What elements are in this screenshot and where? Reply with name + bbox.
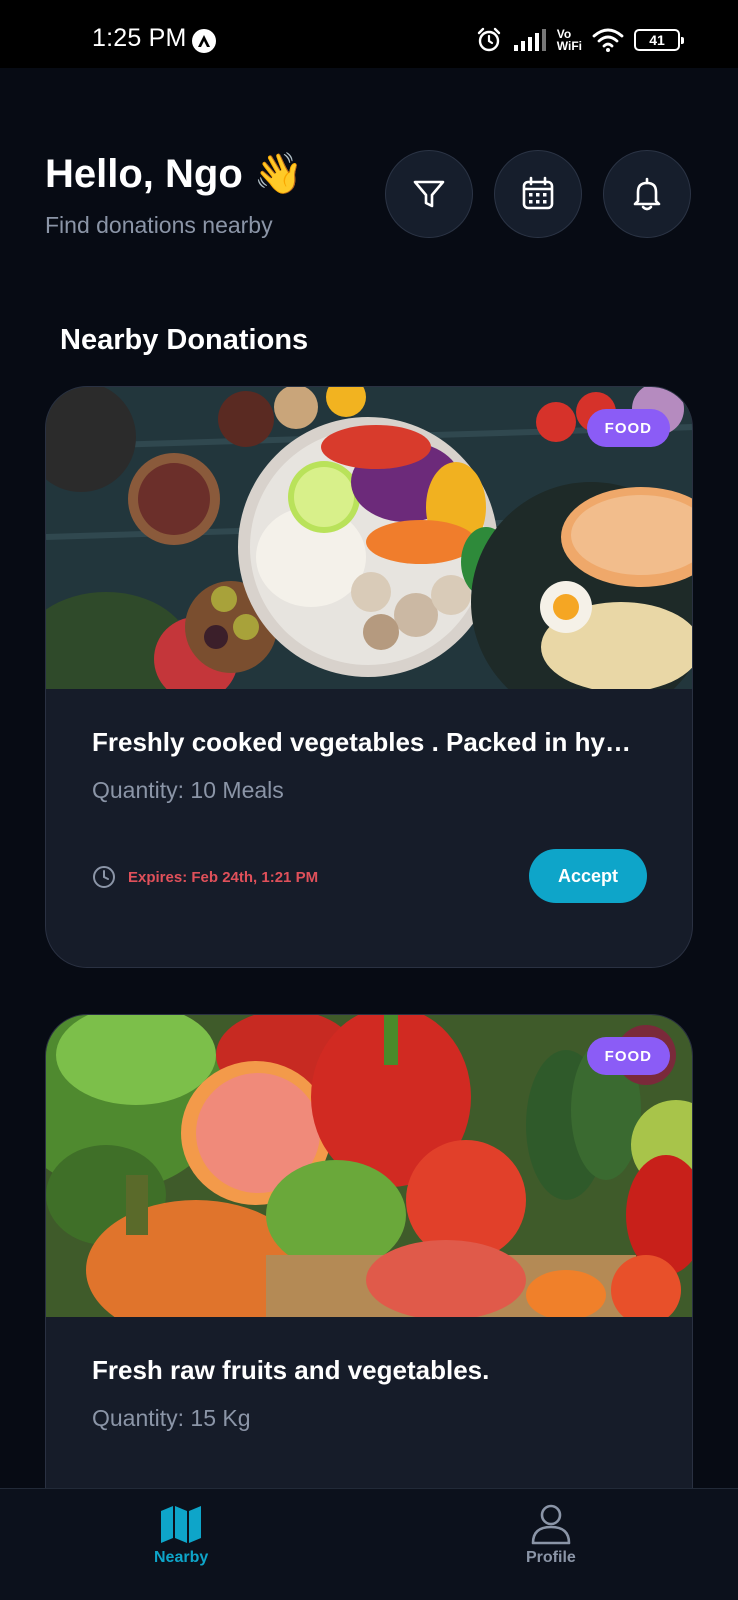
clock-icon	[93, 866, 115, 888]
user-icon	[531, 1504, 571, 1545]
donation-title: Fresh raw fruits and vegetables.	[92, 1355, 490, 1385]
expiry-text: Expires: Feb 24th, 1:21 PM	[128, 868, 319, 886]
nav-tab-profile[interactable]: Profile	[526, 1503, 576, 1567]
calendar-button[interactable]	[494, 150, 582, 238]
filter-button[interactable]	[385, 150, 473, 238]
accept-button[interactable]: Accept	[529, 849, 647, 903]
nav-label-profile: Profile	[526, 1549, 576, 1566]
bottom-navigation: Nearby Profile	[0, 1488, 738, 1600]
filter-icon	[413, 180, 445, 208]
donation-image: FOOD	[46, 387, 692, 689]
notifications-button[interactable]	[603, 150, 691, 238]
vowifi-indicator: Vo WiFi	[557, 28, 582, 52]
greeting-subtitle: Find donations nearby	[45, 212, 273, 238]
donation-quantity: Quantity: 10 Meals	[92, 777, 284, 803]
calendar-icon	[522, 176, 554, 210]
section-title: Nearby Donations	[60, 324, 309, 356]
category-badge: FOOD	[586, 1037, 670, 1075]
battery-indicator: 41	[634, 29, 684, 51]
status-time: 1:25 PM	[92, 24, 187, 52]
donation-card[interactable]: FOOD Freshly cooked vegetables . Packed …	[45, 386, 693, 968]
map-icon	[161, 1506, 202, 1543]
vowifi-bottom: WiFi	[556, 39, 582, 53]
status-icons: Vo WiFi 41	[475, 26, 684, 54]
greeting-title: Hello, Ngo 👋	[45, 152, 304, 196]
donation-title: Freshly cooked vegetables . Packed in hy…	[92, 727, 631, 757]
app-screen: 1:25 PM Vo WiFi 41 Hello, Ngo 👋 Find don…	[0, 0, 738, 1600]
signal-icon	[513, 29, 546, 51]
expiry-row: Expires: Feb 24th, 1:21 PM	[92, 865, 318, 889]
wifi-icon	[592, 28, 624, 52]
nav-tab-nearby[interactable]: Nearby	[154, 1503, 208, 1567]
status-bar: 1:25 PM Vo WiFi 41	[0, 0, 738, 68]
donation-image: FOOD	[46, 1015, 692, 1317]
nav-label-nearby: Nearby	[154, 1549, 209, 1566]
bell-icon	[633, 177, 661, 211]
alarm-icon	[477, 27, 500, 52]
donation-quantity: Quantity: 15 Kg	[92, 1405, 251, 1431]
category-badge: FOOD	[586, 409, 670, 447]
app-notification-icon	[192, 29, 216, 53]
